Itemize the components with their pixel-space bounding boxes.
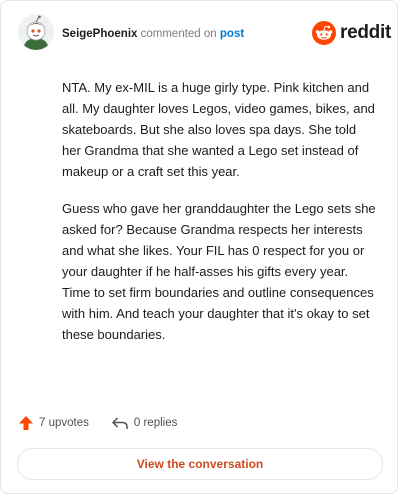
author-name[interactable]: SeigePhoenix [62, 28, 137, 40]
upvotes-count: 7 upvotes [39, 417, 89, 429]
view-conversation-button[interactable]: View the conversation [17, 448, 383, 480]
reddit-snoo-icon [312, 21, 336, 45]
comment-body: NTA. My ex-MIL is a huge girly type. Pin… [62, 77, 378, 361]
comment-paragraph: Guess who gave her granddaughter the Leg… [62, 201, 376, 342]
upvote-arrow-icon [19, 416, 33, 430]
reddit-wordmark: reddit [340, 22, 391, 43]
comment-meta: SeigePhoenix commented on post [62, 27, 244, 41]
replies-stat[interactable]: 0 replies [111, 415, 177, 431]
comment-card: SeigePhoenix commented on post reddit NT… [0, 0, 398, 494]
avatar[interactable] [18, 14, 54, 50]
comment-paragraph: NTA. My ex-MIL is a huge girly type. Pin… [62, 80, 375, 179]
comment-stats: 7 upvotes 0 replies [18, 415, 199, 431]
snoo-avatar-icon [18, 14, 54, 50]
reddit-brand[interactable]: reddit [312, 21, 391, 45]
upvotes-stat[interactable]: 7 upvotes [18, 415, 89, 431]
post-link[interactable]: post [220, 28, 244, 40]
replies-count: 0 replies [133, 417, 178, 429]
action-text: commented on [140, 28, 217, 40]
reply-arrow-icon [112, 417, 128, 429]
